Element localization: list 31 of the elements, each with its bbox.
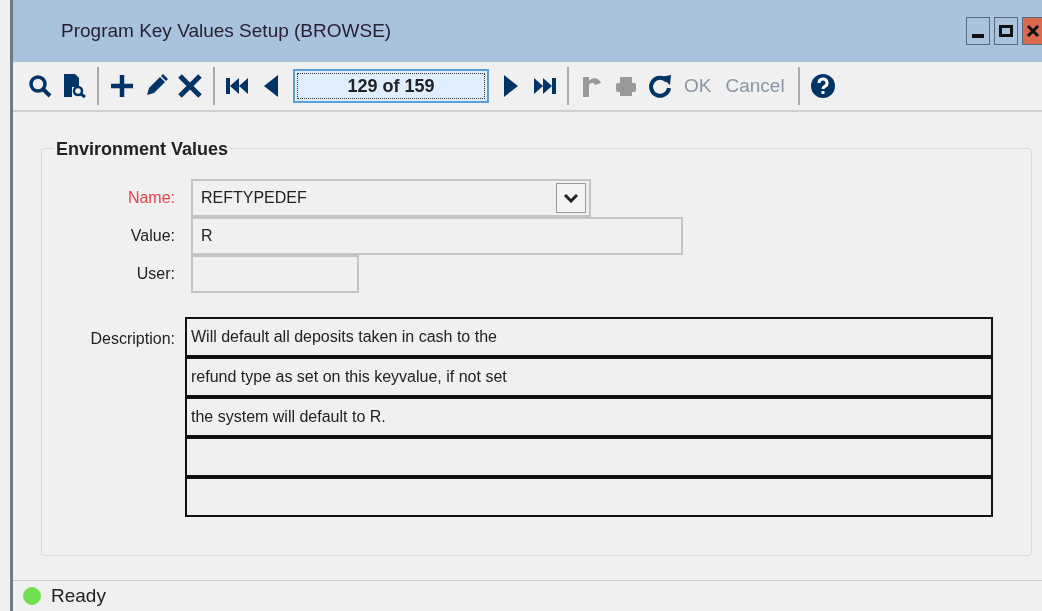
record-position-field[interactable]: 129 of 159 xyxy=(293,69,489,103)
input-field[interactable] xyxy=(191,255,359,293)
text-line-field[interactable] xyxy=(185,477,993,517)
maximize-button[interactable] xyxy=(994,17,1018,45)
status-text: Ready xyxy=(51,583,106,608)
plus-icon[interactable] xyxy=(109,73,135,99)
status-dot-icon xyxy=(23,587,41,605)
text-line-field[interactable] xyxy=(185,437,993,477)
field-label: Name: xyxy=(126,188,176,208)
field-label: Description: xyxy=(89,329,176,349)
minimize-button[interactable] xyxy=(966,17,990,45)
search-icon[interactable] xyxy=(27,73,53,99)
help-icon[interactable] xyxy=(809,73,836,99)
dropdown-value: REFTYPEDEF xyxy=(201,188,307,208)
text-line-field[interactable]: refund type as set on this keyvalue, if not set xyxy=(185,357,993,397)
x-icon[interactable] xyxy=(177,73,203,99)
chevron-down-icon xyxy=(564,193,578,203)
minimize-icon xyxy=(972,34,984,38)
field-label: User: xyxy=(135,264,176,284)
maximize-icon xyxy=(999,24,1013,38)
dropdown-button[interactable] xyxy=(556,183,586,213)
window-title: Program Key Values Setup (BROWSE) xyxy=(61,18,392,43)
refresh-icon[interactable] xyxy=(647,73,673,99)
name-dropdown[interactable]: REFTYPEDEF xyxy=(191,179,591,217)
field-label: Value: xyxy=(129,226,176,246)
close-icon xyxy=(1025,24,1040,38)
document-magnifier-icon[interactable] xyxy=(61,73,87,99)
input-field[interactable]: R xyxy=(191,217,683,255)
close-button[interactable] xyxy=(1022,17,1042,45)
text-line-field[interactable]: Will default all deposits taken in cash to the xyxy=(185,317,993,357)
text-line-field[interactable]: the system will default to R. xyxy=(185,397,993,437)
